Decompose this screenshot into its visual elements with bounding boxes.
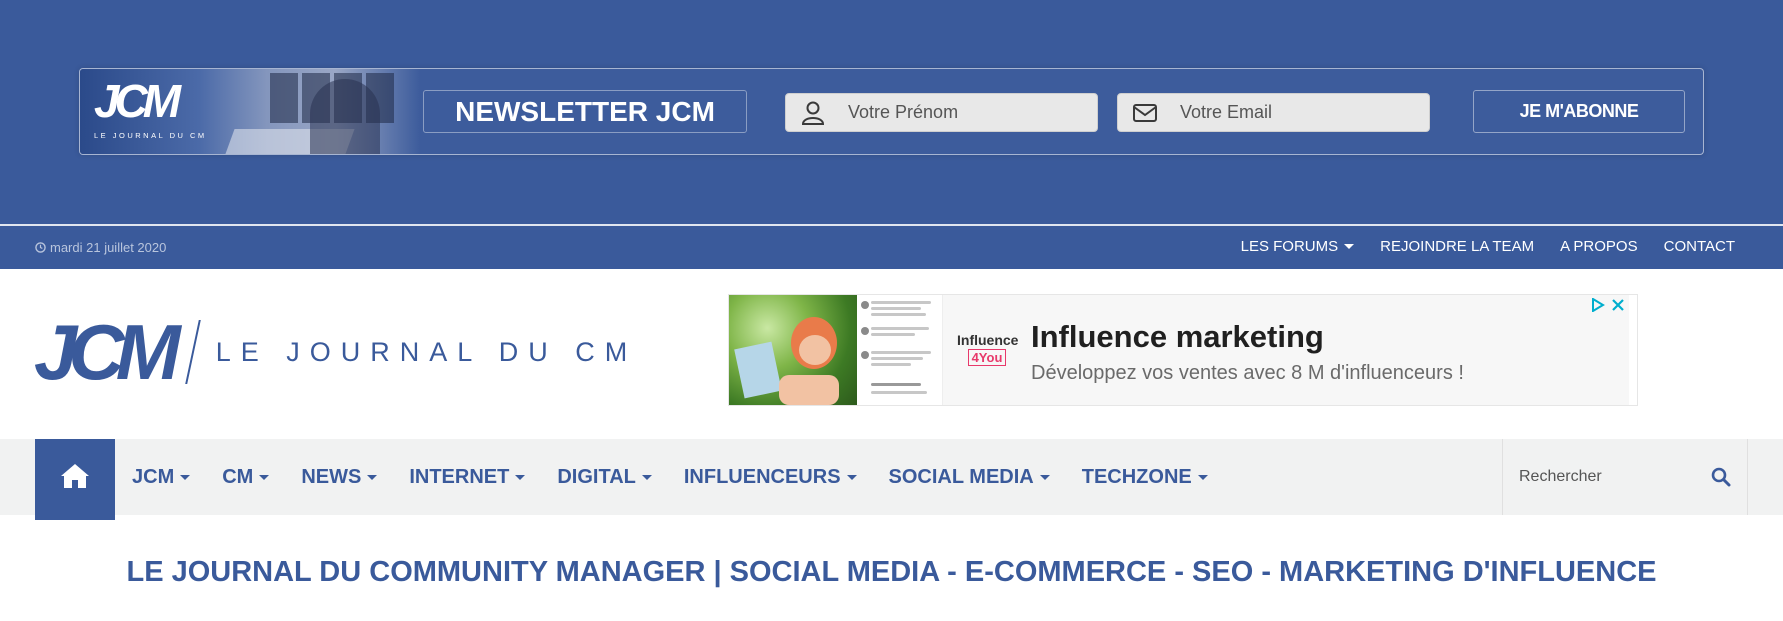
newsletter-band: JCM LE JOURNAL DU CM NEWSLETTER JCM JE M… — [0, 0, 1783, 224]
logo-tagline: LE JOURNAL DU CM — [215, 336, 638, 367]
clock-icon — [35, 242, 46, 253]
subscribe-button[interactable]: JE M'ABONNE — [1473, 90, 1685, 133]
home-icon — [61, 464, 89, 488]
home-button[interactable] — [35, 439, 115, 520]
email-field[interactable] — [1117, 93, 1430, 132]
ad-brand-line2: 4You — [967, 349, 1007, 366]
nav-item-label: INFLUENCEURS — [683, 465, 841, 488]
firstname-input[interactable] — [848, 94, 1088, 131]
nav-item-jcm[interactable]: JCM — [132, 465, 191, 489]
chevron-down-icon — [367, 474, 378, 480]
newsletter-title: NEWSLETTER JCM — [423, 90, 747, 133]
close-icon[interactable] — [1611, 298, 1625, 312]
chevron-down-icon — [180, 474, 191, 480]
current-date: mardi 21 juillet 2020 — [35, 240, 166, 255]
nav-item-label: JCM — [132, 465, 175, 488]
site-title: LE JOURNAL DU COMMUNITY MANAGER | SOCIAL… — [126, 556, 1657, 588]
newsletter-logo-sub: LE JOURNAL DU CM — [94, 131, 207, 140]
nav-item-cm[interactable]: CM — [222, 465, 270, 489]
site-logo[interactable]: JCM LE JOURNAL DU CM — [34, 308, 638, 396]
ad-choices[interactable] — [1591, 298, 1625, 312]
newsletter-form: JCM LE JOURNAL DU CM NEWSLETTER JCM JE M… — [79, 68, 1704, 155]
top-bar: mardi 21 juillet 2020 LES FORUMS REJOIND… — [0, 224, 1783, 269]
logo-divider — [184, 320, 201, 384]
chevron-down-icon — [259, 474, 270, 480]
nav-item-label: TECHZONE — [1081, 465, 1192, 488]
user-icon — [801, 101, 825, 125]
email-input[interactable] — [1180, 94, 1420, 131]
ad-headline: Influence marketing — [1031, 319, 1324, 354]
search-icon[interactable] — [1711, 467, 1731, 487]
date-text: mardi 21 juillet 2020 — [50, 240, 167, 255]
chevron-down-icon — [1344, 244, 1355, 249]
top-link-forums[interactable]: LES FORUMS — [1241, 238, 1355, 255]
nav-item-internet[interactable]: INTERNET — [409, 465, 526, 489]
nav-item-influenceurs[interactable]: INFLUENCEURS — [684, 466, 857, 489]
top-link-about[interactable]: A PROPOS — [1560, 238, 1638, 255]
ad-panel: Influence 4You Influence marketing Dével… — [943, 295, 1629, 405]
main-nav: JCM CM NEWS INTERNET DIGITAL INFLUENCEUR… — [0, 439, 1783, 520]
newsletter-banner-image: JCM LE JOURNAL DU CM — [80, 69, 420, 154]
newsletter-logo: JCM LE JOURNAL DU CM — [94, 77, 207, 140]
category-menu: JCM CM NEWS INTERNET DIGITAL INFLUENCEUR… — [132, 439, 1208, 515]
nav-item-social-media[interactable]: SOCIAL MEDIA — [889, 466, 1050, 489]
ad-brand-logo: Influence 4You — [957, 332, 1019, 370]
chevron-down-icon — [1197, 474, 1208, 480]
adchoices-icon[interactable] — [1591, 298, 1605, 312]
ad-description: Développez vos ventes avec 8 M d'influen… — [1031, 362, 1464, 384]
nav-item-label: SOCIAL MEDIA — [888, 465, 1034, 488]
chevron-down-icon — [515, 474, 526, 480]
chevron-down-icon — [1039, 474, 1050, 480]
ad-banner[interactable]: Influence 4You Influence marketing Dével… — [728, 294, 1638, 406]
nav-item-news[interactable]: NEWS — [301, 465, 378, 489]
search-input[interactable] — [1519, 463, 1699, 491]
top-link-forums-label: LES FORUMS — [1240, 238, 1339, 255]
chevron-down-icon — [641, 474, 652, 480]
nav-item-techzone[interactable]: TECHZONE — [1082, 466, 1208, 489]
ad-photo — [729, 295, 857, 405]
nav-item-digital[interactable]: DIGITAL — [557, 466, 652, 489]
ad-screenshot — [857, 295, 943, 405]
top-link-contact[interactable]: CONTACT — [1664, 238, 1735, 255]
ad-brand-line1: Influence — [957, 332, 1019, 348]
chevron-down-icon — [846, 474, 857, 480]
top-link-join-team[interactable]: REJOINDRE LA TEAM — [1380, 238, 1534, 255]
newsletter-logo-mark: JCM — [94, 75, 181, 127]
nav-item-label: DIGITAL — [557, 465, 636, 488]
envelope-icon — [1133, 104, 1157, 122]
nav-item-label: CM — [222, 465, 254, 488]
logo-mark: JCM — [34, 308, 181, 396]
nav-item-label: NEWS — [301, 465, 362, 488]
search-box — [1502, 439, 1748, 515]
site-header: JCM LE JOURNAL DU CM Influence 4You Infl… — [0, 269, 1783, 439]
top-nav: LES FORUMS REJOINDRE LA TEAM A PROPOS CO… — [1241, 238, 1735, 255]
firstname-field[interactable] — [785, 93, 1098, 132]
nav-item-label: INTERNET — [409, 465, 510, 488]
